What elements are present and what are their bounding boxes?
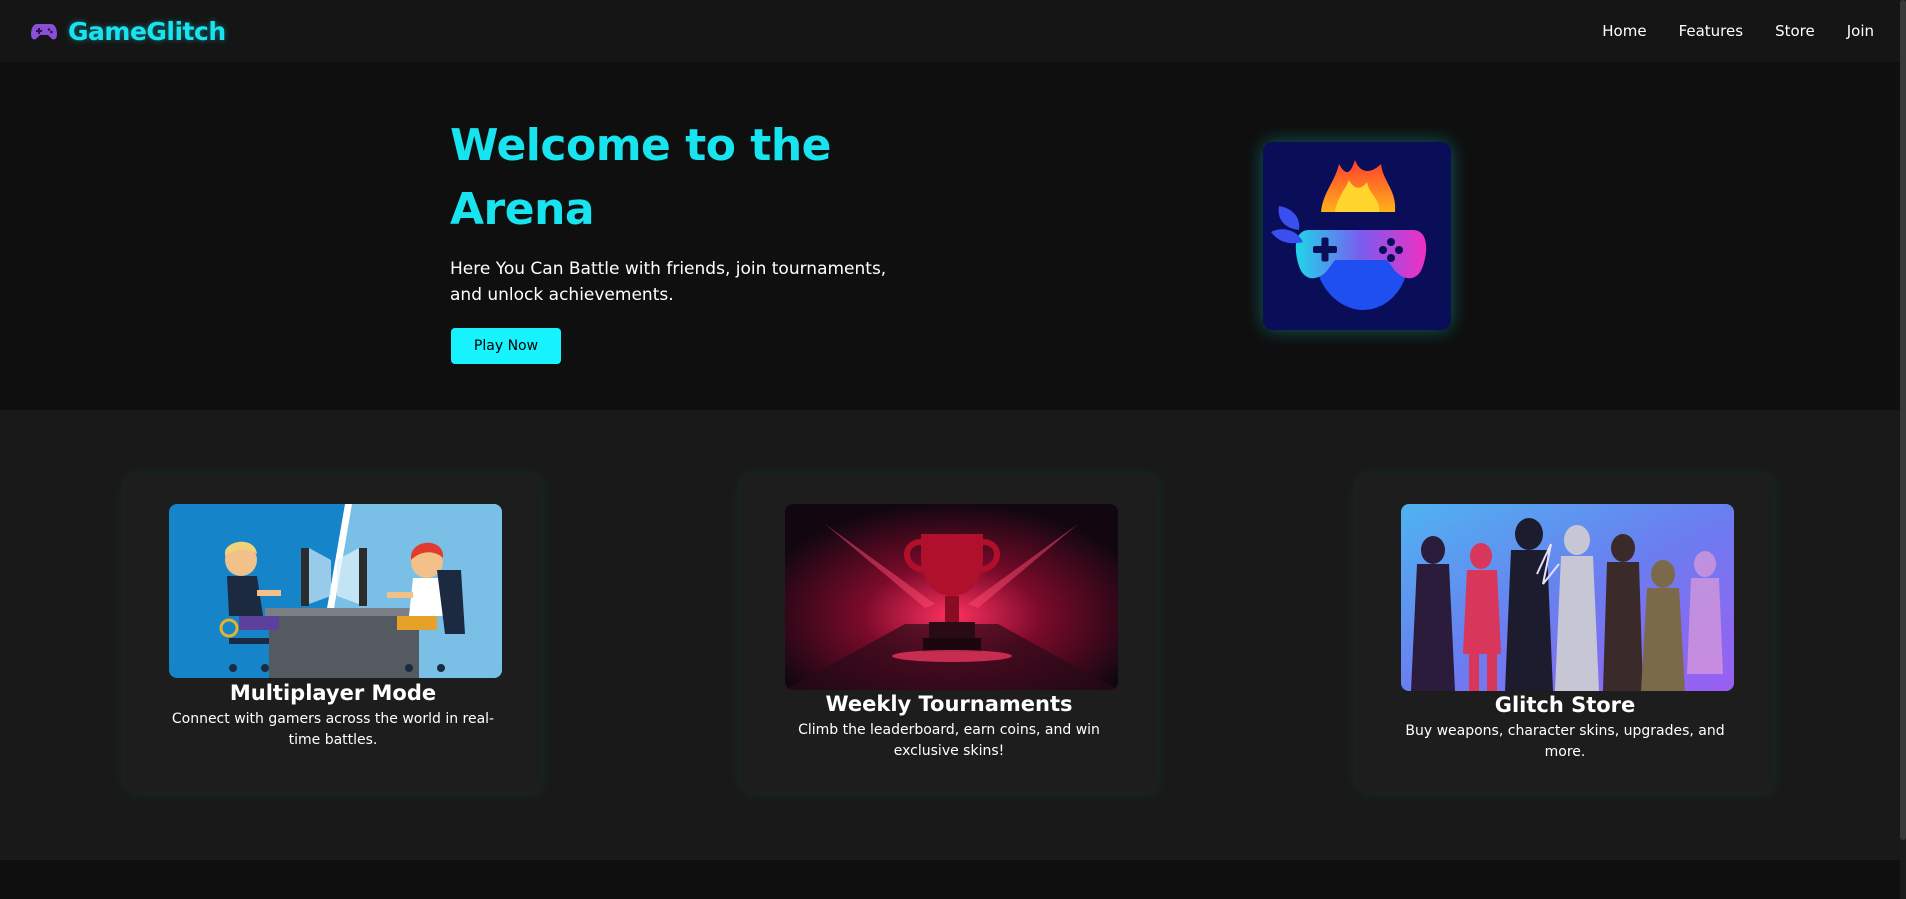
feature-card-store[interactable]: Glitch Store Buy weapons, character skin… — [1357, 476, 1773, 792]
feature-description: Climb the leaderboard, earn coins, and w… — [798, 722, 1100, 759]
feature-title: Weekly Tournaments — [825, 692, 1073, 716]
footer — [0, 860, 1906, 899]
hero-subtitle: Here You Can Battle with friends, join t… — [450, 259, 887, 305]
feature-description: Connect with gamers across the world in … — [171, 711, 495, 748]
gamepad-icon — [31, 24, 57, 40]
hero-section: Welcome to the Arena Here You Can Battle… — [0, 62, 1906, 410]
store-image — [1401, 504, 1734, 691]
nav-link-home[interactable]: Home — [1602, 22, 1646, 40]
brand-name: GameGlitch — [68, 16, 226, 46]
feature-card-multiplayer[interactable]: Multiplayer Mode Connect with gamers acr… — [125, 476, 541, 792]
feature-title: Glitch Store — [1494, 693, 1636, 717]
multiplayer-image — [169, 504, 502, 678]
brand[interactable]: GameGlitch — [30, 17, 226, 46]
feature-description: Buy weapons, character skins, upgrades, … — [1405, 723, 1725, 760]
feature-card-tournaments[interactable]: Weekly Tournaments Climb the leaderboard… — [741, 476, 1157, 792]
features-section: Multiplayer Mode Connect with gamers acr… — [0, 410, 1906, 860]
nav-link-join[interactable]: Join — [1847, 22, 1874, 40]
nav-link-features[interactable]: Features — [1679, 22, 1744, 40]
navbar: GameGlitch Home Features Store Join — [0, 0, 1906, 62]
flaming-gamepad-logo — [1263, 142, 1451, 330]
play-now-button[interactable]: Play Now — [451, 328, 561, 364]
tournaments-image — [785, 504, 1118, 690]
scrollbar[interactable] — [1900, 0, 1906, 899]
nav-link-store[interactable]: Store — [1775, 22, 1815, 40]
nav-links: Home Features Store Join — [1602, 22, 1874, 40]
scrollbar-thumb[interactable] — [1900, 0, 1906, 840]
hero-title: Welcome to the Arena — [450, 120, 832, 235]
feature-title: Multiplayer Mode — [229, 681, 437, 705]
